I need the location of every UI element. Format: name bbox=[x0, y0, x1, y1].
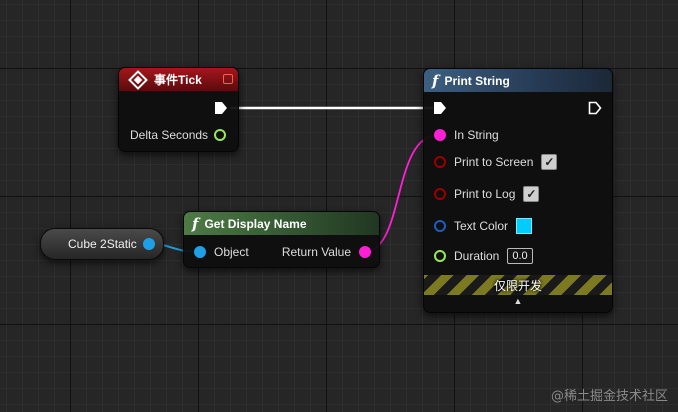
development-only-label: 仅限开发 bbox=[493, 278, 542, 293]
print-to-log-checkbox[interactable]: ✓ bbox=[523, 186, 540, 202]
event-diamond-icon bbox=[128, 69, 148, 90]
bool-pin-icon bbox=[434, 156, 446, 168]
cube-variable-node[interactable]: Cube 2Static bbox=[40, 228, 164, 260]
function-f-icon: f bbox=[432, 71, 439, 90]
get-display-name-header[interactable]: f Get Display Name bbox=[184, 212, 379, 235]
in-string-label: In String bbox=[454, 128, 499, 142]
return-value-pin[interactable]: Return Value bbox=[282, 245, 371, 259]
event-delegate-pin[interactable] bbox=[223, 74, 233, 84]
print-string-node[interactable]: f Print String In String Print to Screen… bbox=[423, 68, 613, 313]
development-only-banner: 仅限开发 bbox=[424, 275, 612, 295]
print-to-log-pin[interactable]: Print to Log ✓ bbox=[434, 186, 540, 202]
in-string-pin[interactable]: In String bbox=[434, 128, 499, 142]
object-input-pin[interactable]: Object bbox=[194, 245, 249, 259]
object-pin-icon bbox=[142, 238, 155, 250]
cube-variable-label: Cube 2Static bbox=[68, 237, 137, 251]
function-f-icon: f bbox=[192, 214, 199, 233]
print-to-screen-label: Print to Screen bbox=[454, 155, 534, 169]
object-pin-icon bbox=[194, 246, 206, 258]
event-tick-title: 事件Tick bbox=[154, 73, 202, 87]
float-pin-icon bbox=[434, 250, 446, 262]
get-display-name-title: Get Display Name bbox=[204, 216, 307, 231]
duration-label: Duration bbox=[454, 249, 500, 263]
exec-output-pin[interactable] bbox=[588, 101, 602, 115]
get-display-name-node[interactable]: f Get Display Name Object Return Value bbox=[183, 211, 380, 268]
text-color-pin[interactable]: Text Color bbox=[434, 218, 533, 234]
delta-seconds-pin[interactable]: Delta Seconds bbox=[130, 128, 227, 142]
duration-pin[interactable]: Duration 0.0 bbox=[434, 248, 533, 264]
object-pin-label: Object bbox=[214, 245, 249, 259]
bool-pin-icon bbox=[434, 188, 446, 200]
expand-arrow-button[interactable]: ▲ bbox=[424, 296, 612, 306]
print-to-log-label: Print to Log bbox=[454, 187, 516, 201]
event-tick-node[interactable]: 事件Tick Delta Seconds bbox=[118, 67, 239, 152]
event-tick-header[interactable]: 事件Tick bbox=[119, 68, 238, 91]
print-string-title: Print String bbox=[444, 73, 510, 88]
exec-pin-icon bbox=[588, 101, 602, 115]
text-color-label: Text Color bbox=[454, 219, 509, 233]
print-to-screen-pin[interactable]: Print to Screen ✓ bbox=[434, 154, 558, 170]
exec-input-pin[interactable] bbox=[433, 101, 447, 115]
print-string-header[interactable]: f Print String bbox=[424, 69, 612, 92]
return-value-label: Return Value bbox=[281, 245, 351, 259]
delta-seconds-label: Delta Seconds bbox=[130, 128, 209, 142]
duration-input[interactable]: 0.0 bbox=[507, 248, 533, 264]
text-color-swatch[interactable] bbox=[516, 218, 533, 234]
cube-variable-output[interactable]: Cube 2Static bbox=[68, 237, 155, 251]
float-pin-icon bbox=[214, 129, 227, 141]
exec-output-pin[interactable] bbox=[214, 101, 228, 115]
exec-pin-icon bbox=[215, 102, 227, 114]
exec-pin-icon bbox=[434, 102, 446, 114]
watermark: @稀土掘金技术社区 bbox=[550, 389, 668, 404]
struct-pin-icon bbox=[434, 220, 446, 232]
string-pin-icon bbox=[359, 246, 371, 258]
string-pin-icon bbox=[434, 129, 446, 141]
print-to-screen-checkbox[interactable]: ✓ bbox=[541, 154, 558, 170]
